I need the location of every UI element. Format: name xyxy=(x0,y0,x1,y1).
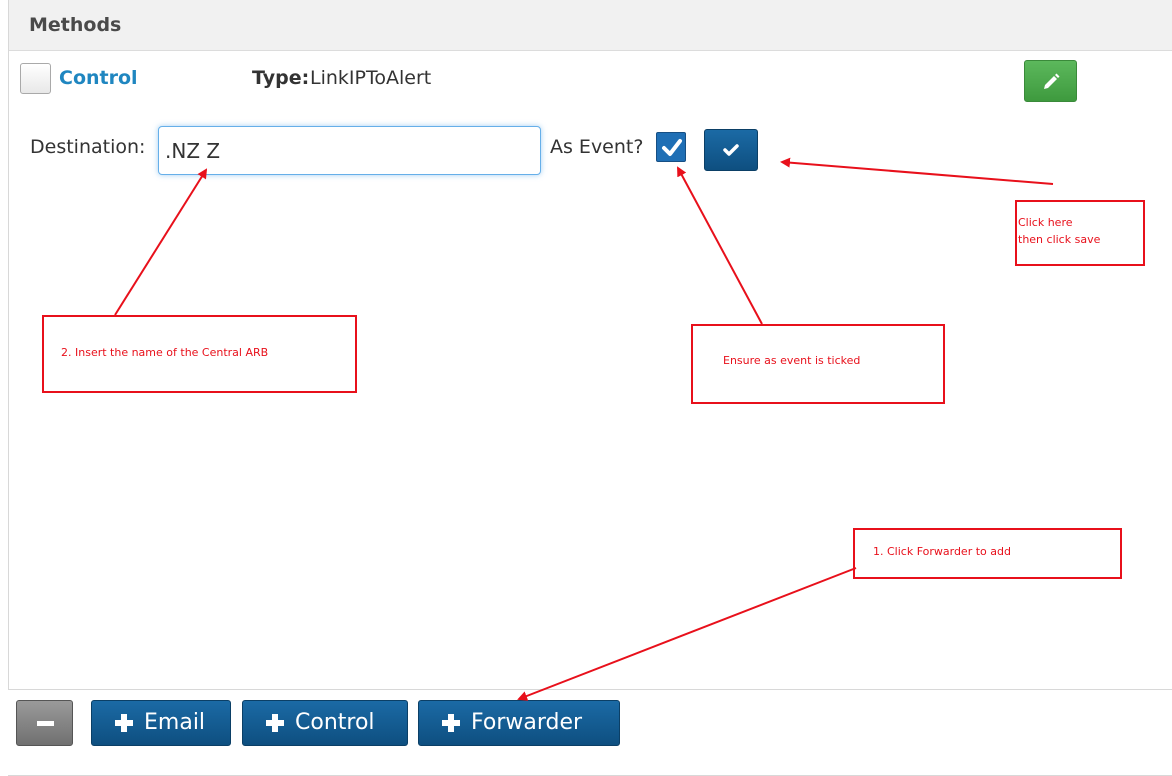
arrow-to-forwarder xyxy=(517,567,857,701)
annotation-arrows xyxy=(114,157,1054,701)
arrow-to-as-event xyxy=(677,166,763,325)
arrow-to-save xyxy=(780,157,1054,185)
arrow-to-destination xyxy=(114,168,208,316)
